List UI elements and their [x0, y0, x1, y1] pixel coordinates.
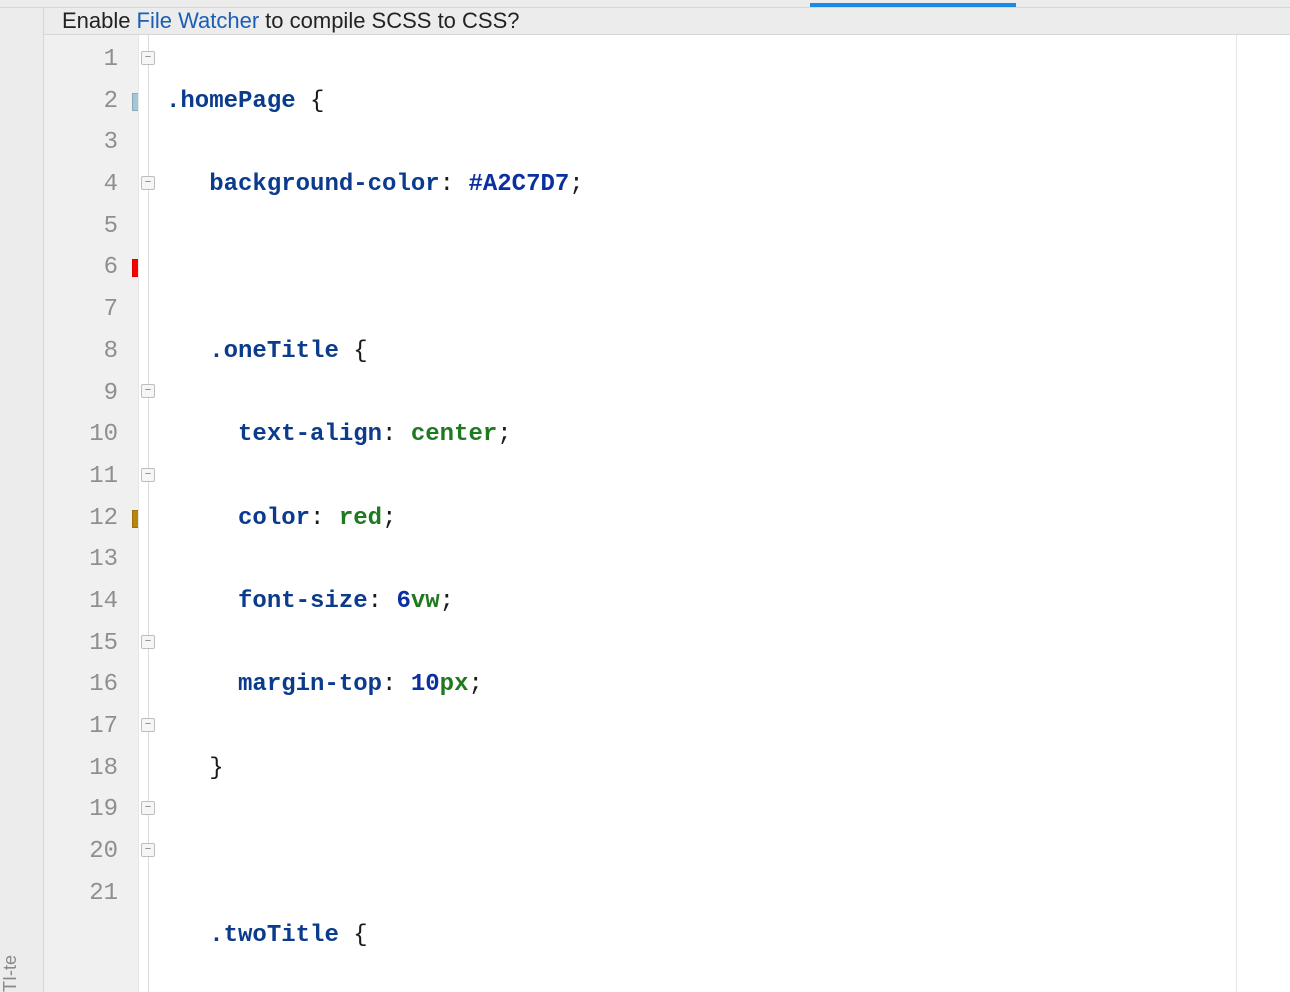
file-watcher-banner[interactable]: Enable File Watcher to compile SCSS to C… [44, 8, 1290, 35]
code-line[interactable]: .oneTitle { [166, 331, 1236, 373]
app-root: TI-te Enable File Watcher to compile SCS… [0, 0, 1290, 992]
code-line[interactable] [166, 247, 1236, 289]
fold-toggle-icon[interactable]: − [141, 801, 155, 815]
line-number[interactable]: 11 [44, 456, 118, 498]
line-number[interactable]: 19 [44, 789, 118, 831]
line-number[interactable]: 7 [44, 289, 118, 331]
line-number[interactable]: 12 [44, 498, 118, 540]
fold-toggle-icon[interactable]: − [141, 843, 155, 857]
code-line[interactable]: font-size: 6vw; [166, 581, 1236, 623]
project-tool-strip[interactable]: TI-te [0, 8, 44, 992]
line-number[interactable]: 3 [44, 122, 118, 164]
body-row: TI-te Enable File Watcher to compile SCS… [0, 8, 1290, 992]
banner-suffix: to compile SCSS to CSS? [265, 8, 519, 34]
line-number[interactable]: 8 [44, 331, 118, 373]
code-line[interactable]: background-color: #A2C7D7; [166, 164, 1236, 206]
line-number[interactable]: 13 [44, 539, 118, 581]
active-tab-indicator [810, 3, 1016, 7]
tab-bar-strip [0, 0, 1290, 8]
code-line[interactable]: .twoTitle { [166, 915, 1236, 957]
fold-gutter[interactable]: − − − − − − − − [138, 35, 156, 992]
fold-toggle-icon[interactable]: − [141, 176, 155, 190]
line-number[interactable]: 9 [44, 373, 118, 415]
line-number[interactable]: 14 [44, 581, 118, 623]
line-number[interactable]: 18 [44, 748, 118, 790]
fold-toggle-icon[interactable]: − [141, 468, 155, 482]
line-number[interactable]: 15 [44, 623, 118, 665]
code-line[interactable]: color: red; [166, 498, 1236, 540]
line-number[interactable]: 10 [44, 414, 118, 456]
fold-toggle-icon[interactable]: − [141, 384, 155, 398]
line-number-gutter[interactable]: 1 2 3 4 5 6 7 8 9 10 11 12 [44, 35, 138, 992]
code-line[interactable] [166, 831, 1236, 873]
file-watcher-link[interactable]: File Watcher [137, 8, 260, 34]
line-number[interactable]: 17 [44, 706, 118, 748]
code-body[interactable]: .homePage { background-color: #A2C7D7; .… [156, 35, 1236, 992]
code-line[interactable]: .homePage { [166, 81, 1236, 123]
line-number[interactable]: 1 [44, 39, 118, 81]
overview-ruler[interactable] [1236, 35, 1290, 992]
project-tool-label: TI-te [0, 955, 20, 992]
fold-toggle-icon[interactable]: − [141, 51, 155, 65]
line-number[interactable]: 5 [44, 206, 118, 248]
line-number[interactable]: 16 [44, 664, 118, 706]
code-line[interactable]: margin-top: 10px; [166, 664, 1236, 706]
code-line[interactable]: text-align: center; [166, 414, 1236, 456]
editor-wrap: Enable File Watcher to compile SCSS to C… [44, 8, 1290, 992]
line-number[interactable]: 2 [44, 81, 118, 123]
code-editor[interactable]: 1 2 3 4 5 6 7 8 9 10 11 12 [44, 35, 1290, 992]
line-number[interactable]: 20 [44, 831, 118, 873]
line-number[interactable]: 4 [44, 164, 118, 206]
code-line[interactable]: } [166, 748, 1236, 790]
line-number[interactable]: 6 [44, 247, 118, 289]
fold-toggle-icon[interactable]: − [141, 718, 155, 732]
banner-prefix: Enable [62, 8, 131, 34]
fold-toggle-icon[interactable]: − [141, 635, 155, 649]
line-number[interactable]: 21 [44, 873, 118, 915]
